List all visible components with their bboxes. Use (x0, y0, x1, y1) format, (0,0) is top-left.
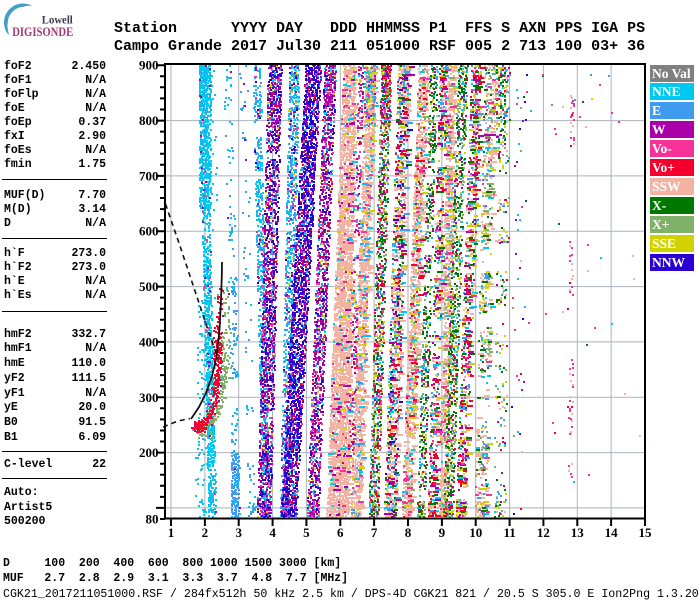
svg-text:900: 900 (139, 58, 159, 73)
svg-text:11: 11 (503, 525, 515, 540)
svg-text:300: 300 (139, 390, 159, 405)
svg-text:DIGISONDE: DIGISONDE (12, 24, 73, 39)
svg-text:9: 9 (439, 525, 446, 540)
svg-text:700: 700 (139, 168, 159, 183)
svg-text:8: 8 (405, 525, 412, 540)
svg-text:12: 12 (537, 525, 550, 540)
svg-text:800: 800 (139, 113, 159, 128)
svg-text:14: 14 (605, 525, 619, 540)
svg-text:500: 500 (139, 279, 159, 294)
svg-text:7: 7 (371, 525, 378, 540)
svg-text:4: 4 (269, 525, 276, 540)
svg-text:3: 3 (235, 525, 242, 540)
svg-text:400: 400 (139, 334, 159, 349)
svg-text:80: 80 (146, 512, 159, 527)
svg-text:15: 15 (639, 525, 653, 540)
svg-text:600: 600 (139, 224, 159, 239)
svg-text:2: 2 (202, 525, 209, 540)
svg-text:200: 200 (139, 445, 159, 460)
svg-text:10: 10 (469, 525, 482, 540)
svg-text:1: 1 (168, 525, 175, 540)
svg-text:5: 5 (303, 525, 310, 540)
svg-text:6: 6 (337, 525, 344, 540)
svg-text:13: 13 (571, 525, 585, 540)
